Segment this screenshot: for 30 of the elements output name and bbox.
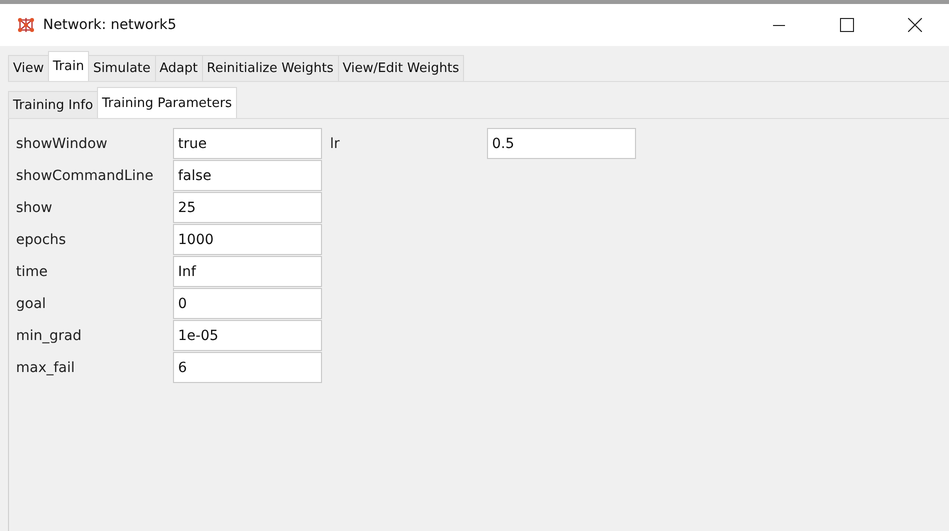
tab[interactable]: View (8, 55, 49, 81)
parameter-label: time (16, 264, 49, 280)
parameter-label: max_fail (16, 360, 76, 376)
parameter-field[interactable]: 0.5 (487, 128, 636, 159)
parameter-label: show (16, 200, 54, 216)
tab[interactable]: Train (48, 51, 90, 81)
parameter-field[interactable]: 25 (173, 192, 322, 223)
parameter-field[interactable]: false (173, 160, 322, 191)
tab[interactable]: Training Info (8, 91, 98, 118)
parameter-label: goal (16, 296, 47, 312)
tab[interactable]: Simulate (88, 55, 156, 81)
network-icon (17, 16, 35, 34)
parameter-label: showCommandLine (16, 168, 154, 184)
parameter-label: lr (330, 136, 341, 152)
parameter-field[interactable]: Inf (173, 256, 322, 287)
parameter-field[interactable]: 0 (173, 288, 322, 319)
parameter-field[interactable]: 1e-05 (173, 320, 322, 351)
parameter-field[interactable]: true (173, 128, 322, 159)
tab[interactable]: Adapt (154, 55, 203, 81)
maximize-icon (840, 18, 854, 32)
parameter-label: min_grad (16, 328, 83, 344)
window-title: Network: network5 (43, 17, 176, 33)
tab[interactable]: Reinitialize Weights (202, 55, 339, 81)
tab[interactable]: Training Parameters (97, 87, 237, 118)
parameter-label: epochs (16, 232, 67, 248)
parameter-field[interactable]: 1000 (173, 224, 322, 255)
parameter-label: showWindow (16, 136, 108, 152)
close-icon (908, 18, 922, 32)
parameter-field[interactable]: 6 (173, 352, 322, 383)
tab[interactable]: View/Edit Weights (338, 55, 464, 81)
